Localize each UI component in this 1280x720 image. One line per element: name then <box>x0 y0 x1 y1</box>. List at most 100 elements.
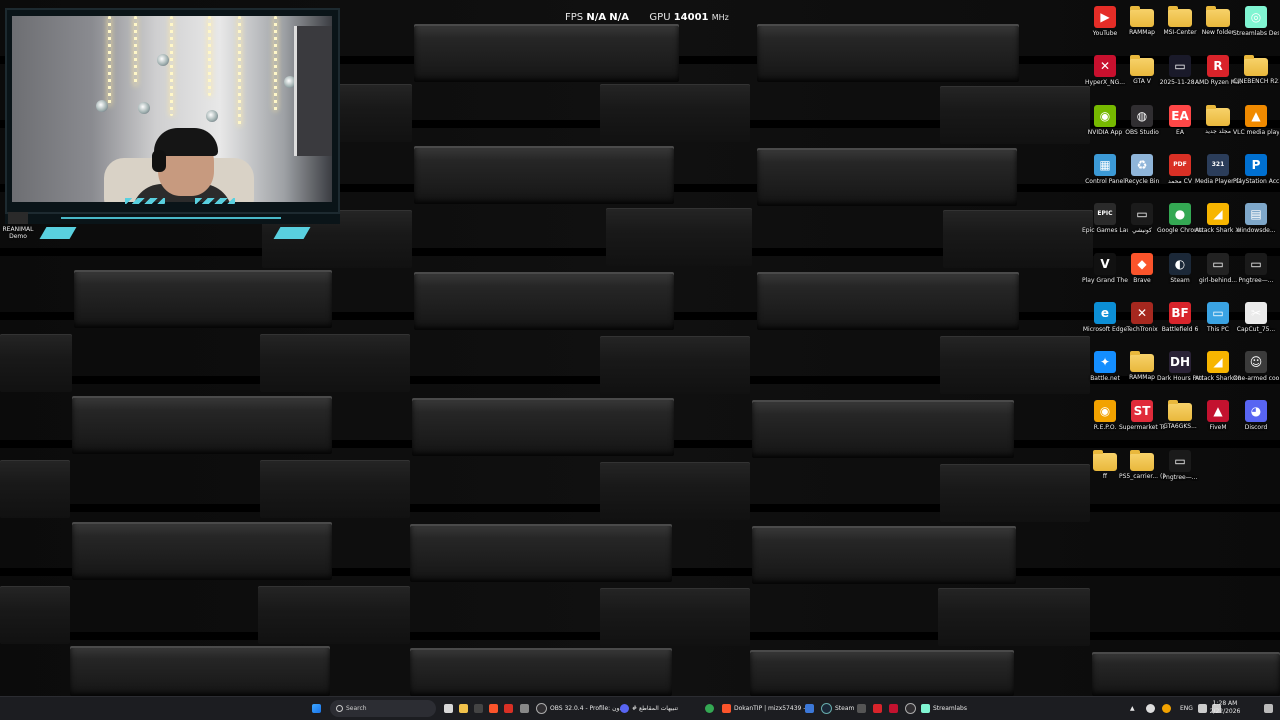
desktop-icon-label[interactable]: REANIMAL Demo <box>2 226 34 240</box>
search-input[interactable]: Search <box>330 700 436 717</box>
desktop-icon[interactable]: ◢Attack SharkX8M... <box>1195 347 1241 393</box>
desktop-icon[interactable]: GTA V <box>1123 51 1161 97</box>
taskbar-pinned-app[interactable] <box>905 700 919 717</box>
taskbar-pinned-app[interactable] <box>504 700 516 717</box>
desktop-icon[interactable]: 321Media Player Classic <box>1195 150 1241 196</box>
desktop-icon[interactable]: ◐ Steam <box>1161 249 1199 295</box>
tray-icon[interactable] <box>1146 700 1158 717</box>
desktop-icon[interactable]: مجلد جديد <box>1199 101 1237 147</box>
desktop-icon[interactable]: PS5_carrier... (1) <box>1119 446 1165 492</box>
desktop-icon[interactable]: ▭ Pngtree—... <box>1237 249 1275 295</box>
wallpaper-brick <box>72 522 332 580</box>
wallpaper-brick <box>410 524 672 582</box>
desktop-icon[interactable]: PDF محمد CV <box>1161 150 1199 196</box>
desktop-icon[interactable]: ✦ Battle.net <box>1086 347 1124 393</box>
taskbar-pinned-chrome[interactable] <box>705 700 717 717</box>
desktop-icon[interactable]: ☺ One-armed cook <box>1233 347 1279 393</box>
desktop-icon[interactable]: ◍ OBS Studio <box>1123 101 1161 147</box>
desktop-icon[interactable]: CINEBENCH R23 <box>1233 51 1279 97</box>
taskbar-pinned-app[interactable] <box>520 700 532 717</box>
language-indicator[interactable]: ENG <box>1180 700 1193 717</box>
search-icon <box>336 705 343 712</box>
notifications-button[interactable] <box>1264 700 1276 717</box>
desktop-icon[interactable]: ▤ windowsde... <box>1236 199 1276 245</box>
taskbar-pinned-app[interactable] <box>889 700 901 717</box>
desktop-icon[interactable]: ● Google Chrome <box>1157 199 1203 245</box>
desktop-icon[interactable]: ✕ HyperX_NG... <box>1085 51 1125 97</box>
wallpaper-brick <box>752 400 1014 458</box>
taskbar-app-streamlabs[interactable]: Streamlabs <box>921 700 967 717</box>
desktop-icon[interactable]: MSI-Center <box>1161 2 1199 48</box>
desktop-icon[interactable]: ♻ Recycle Bin <box>1123 150 1161 196</box>
desktop-icon-label: Streamlabs Desktop <box>1233 30 1279 37</box>
tray-overflow-button[interactable]: ▲ <box>1130 700 1135 717</box>
desktop-icon[interactable]: RAMD Ryzen Master <box>1195 51 1241 97</box>
desktop-icon[interactable]: P PlayStation Accessories <box>1233 150 1279 196</box>
desktop-icon[interactable]: ◆ Brave <box>1123 249 1161 295</box>
tray-icon[interactable] <box>1162 700 1174 717</box>
taskbar-pinned-app[interactable] <box>474 700 486 717</box>
desktop-icon[interactable]: ◢Attack Shark X85Keyboard <box>1195 199 1241 245</box>
desktop-icon[interactable]: ◉ NVIDIA App <box>1086 101 1124 147</box>
desktop-icon[interactable]: ◎ Streamlabs Desktop <box>1233 2 1279 48</box>
taskbar-pinned-app[interactable] <box>873 700 885 717</box>
desktop-icon-label: windowsde... <box>1236 227 1276 234</box>
taskbar-app-obs[interactable]: OBS 32.0.4 - Profile: بدون <box>536 700 624 717</box>
desktop-icon[interactable]: GTA6GKS... <box>1161 396 1199 442</box>
taskbar-app-discord[interactable]: # تنبيهات المقاطع <box>620 700 678 717</box>
desktop-icon[interactable]: ▭ كونيشي <box>1123 199 1161 245</box>
desktop-icon[interactable]: New folder <box>1199 2 1237 48</box>
obs-icon <box>536 703 547 714</box>
app-icon <box>873 704 882 713</box>
performance-overlay: FPS N/A N/A GPU 14001 MHz <box>565 12 729 23</box>
desktop-icon[interactable]: EPICEpic Games Launcher <box>1082 199 1128 245</box>
wallpaper-brick <box>0 460 70 518</box>
desktop-icon[interactable]: ◉ R.E.P.O. <box>1086 396 1124 442</box>
start-button[interactable] <box>312 700 324 717</box>
obs-icon <box>905 703 916 714</box>
desktop-icon[interactable]: RAMMap <box>1123 2 1161 48</box>
desktop-icon[interactable]: ✂ CapCut_75... <box>1237 298 1275 344</box>
desktop-icon[interactable]: ▦ Control Panel <box>1085 150 1125 196</box>
desktop-icon[interactable]: ▭ 2025-11-28... <box>1160 51 1200 97</box>
streamlabs-icon: ◎ <box>1245 6 1267 28</box>
wallpaper-brick <box>600 588 750 646</box>
desktop-icon[interactable]: ▭ girl-behind... <box>1199 249 1237 295</box>
folder-icon <box>1168 400 1192 421</box>
desktop-icon[interactable]: ▲ FiveM <box>1199 396 1237 442</box>
desktop-icon[interactable]: ▭ Pngtree—... <box>1161 446 1199 492</box>
vlc-icon: ▲ <box>1245 105 1267 127</box>
hyperx-icon: ✕ <box>1094 55 1116 77</box>
taskbar-pinned-app[interactable] <box>857 700 869 717</box>
wallpaper-brick <box>940 336 1090 394</box>
taskbar-app-steam[interactable]: Steam <box>821 700 854 717</box>
desktop-icon[interactable]: BF Battlefield 6 <box>1161 298 1199 344</box>
taskbar-pinned-file-explorer[interactable] <box>459 700 471 717</box>
desktop-icon[interactable]: ▲ VLC media player <box>1233 101 1279 147</box>
wallpaper-brick <box>1092 652 1280 696</box>
wallpaper-brick <box>332 84 412 142</box>
desktop-icon[interactable]: e Microsoft Edge <box>1083 298 1127 344</box>
task-view-button[interactable] <box>444 700 456 717</box>
desktop-icon[interactable]: ✕ TechTronix <box>1123 298 1161 344</box>
desktop-icon[interactable]: ▶ YouTube <box>1086 2 1124 48</box>
taskbar-pinned-app[interactable] <box>805 700 817 717</box>
wallpaper-brick <box>70 646 330 696</box>
windows-icon <box>312 704 321 713</box>
desktop-icon[interactable]: EA EA <box>1161 101 1199 147</box>
desktop-icon[interactable]: STSupermarket Together <box>1119 396 1165 442</box>
taskbar-clock[interactable]: 1:28 AM 2/22/2026 <box>1200 700 1250 716</box>
wallpaper-brick <box>600 84 750 142</box>
headphone-icon <box>152 150 166 172</box>
desktop-icon[interactable]: ff <box>1086 446 1124 492</box>
desktop-icon[interactable]: ▭ This PC <box>1199 298 1237 344</box>
desktop-icon[interactable]: DHDark Hours Prologue <box>1157 347 1203 393</box>
taskbar-app-brave[interactable]: DokanTIP | mizx57439 - <box>722 700 805 717</box>
gta-icon: V <box>1094 253 1116 275</box>
reanimal-icon[interactable] <box>8 212 28 224</box>
taskbar-pinned-brave[interactable] <box>489 700 501 717</box>
this-pc-icon: ▭ <box>1207 302 1229 324</box>
desktop-icon[interactable]: VPlay Grand Theft Auto... <box>1082 249 1128 295</box>
desktop-icon[interactable]: ◕ Discord <box>1237 396 1275 442</box>
desktop-icon[interactable]: RAMMap <box>1123 347 1161 393</box>
